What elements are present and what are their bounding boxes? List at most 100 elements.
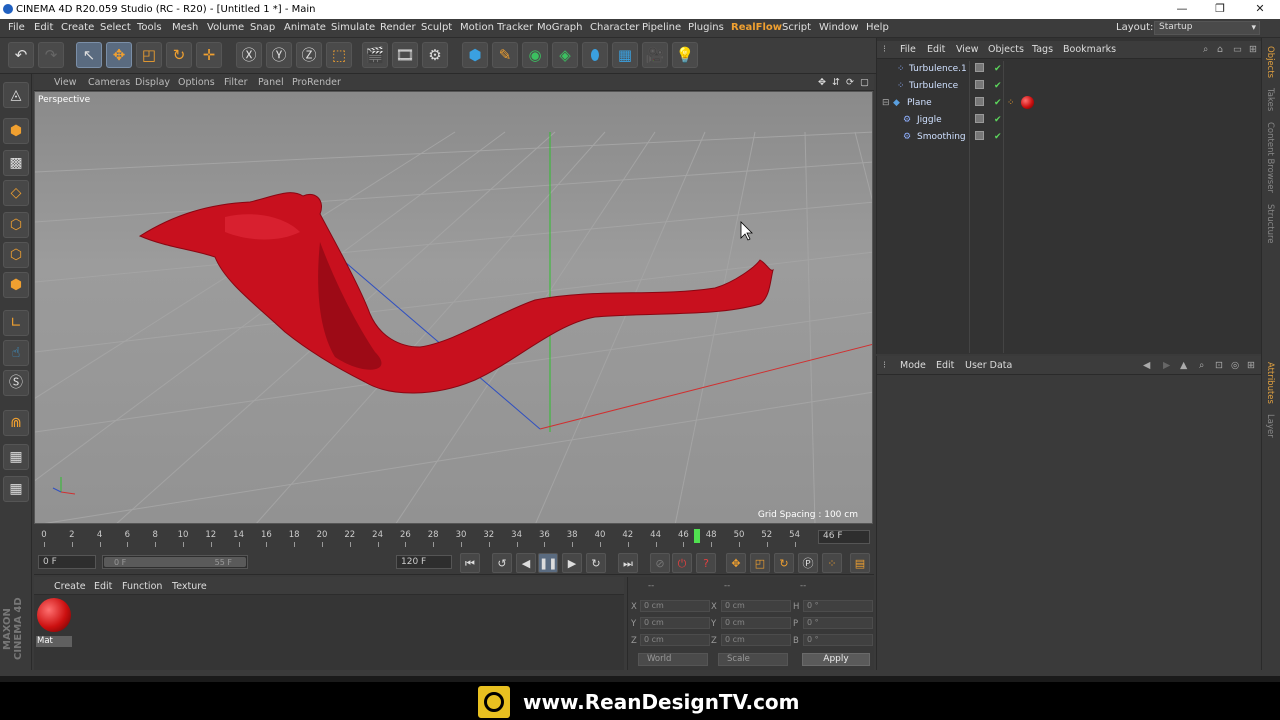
object-name[interactable]: Smoothing <box>917 132 966 142</box>
go-to-next-key-icon[interactable]: ↻ <box>586 553 606 573</box>
forward-arrow-icon[interactable]: ▶ <box>1163 360 1170 371</box>
enabled-check-icon[interactable]: ✔ <box>994 81 1002 91</box>
preview-range-slider[interactable]: 0 F 55 F <box>102 555 248 569</box>
mat-menu-edit[interactable]: Edit <box>94 581 112 592</box>
collapse-icon[interactable]: ⊟ <box>882 98 890 108</box>
camera-object-icon[interactable]: 🎥 <box>642 42 668 68</box>
viewport-rotate-icon[interactable]: ⟳ <box>846 77 854 88</box>
tag-icon[interactable]: ⁘ <box>1007 98 1015 108</box>
visibility-toggle[interactable] <box>975 80 984 89</box>
keyframe-selection-icon[interactable]: ? <box>696 553 716 573</box>
tab-layer[interactable]: Layer <box>1265 414 1275 438</box>
points-mode-icon[interactable]: ⬡ <box>3 212 29 238</box>
size-y-field[interactable]: 0 cm <box>721 617 791 629</box>
coordinate-space-select[interactable]: World <box>638 653 708 666</box>
menu-plugins[interactable]: Plugins <box>688 22 724 33</box>
up-arrow-icon[interactable]: ▲ <box>1180 360 1187 371</box>
magnet-icon[interactable]: ⋒ <box>3 410 29 436</box>
scale-tool-icon[interactable]: ◰ <box>136 42 162 68</box>
object-row-smoothing[interactable]: ⚙ Smoothing ✔ <box>879 130 1259 146</box>
menu-realflow[interactable]: RealFlow <box>731 22 782 33</box>
close-button[interactable]: ✕ <box>1240 2 1280 15</box>
rot-h-field[interactable]: 0 ° <box>803 600 873 612</box>
home-icon[interactable]: ⌂ <box>1217 44 1223 55</box>
material-preview-ball[interactable] <box>37 598 71 632</box>
obj-menu-objects[interactable]: Objects <box>988 44 1024 55</box>
object-name[interactable]: Plane <box>907 98 932 108</box>
enabled-check-icon[interactable]: ✔ <box>994 64 1002 74</box>
material-tag-icon[interactable] <box>1021 96 1034 109</box>
tab-attributes[interactable]: Attributes <box>1265 362 1275 404</box>
visibility-toggle[interactable] <box>975 114 984 123</box>
minimize-button[interactable]: — <box>1162 2 1202 15</box>
start-frame-field[interactable]: 0 F <box>38 555 96 569</box>
apply-button[interactable]: Apply <box>802 653 870 666</box>
menu-pipeline[interactable]: Pipeline <box>642 22 681 33</box>
menu-create[interactable]: Create <box>61 22 94 33</box>
key-parameter-icon[interactable]: Ⓟ <box>798 553 818 573</box>
vp-menu-options[interactable]: Options <box>178 77 215 88</box>
key-scale-icon[interactable]: ◰ <box>750 553 770 573</box>
settings-icon[interactable]: ◎ <box>1231 360 1239 371</box>
record-keys-icon[interactable]: ⊘ <box>650 553 670 573</box>
end-frame-field[interactable]: 120 F <box>396 555 452 569</box>
rot-b-field[interactable]: 0 ° <box>803 634 873 646</box>
menu-edit[interactable]: Edit <box>34 22 53 33</box>
back-arrow-icon[interactable]: ◀ <box>1143 360 1150 371</box>
restore-button[interactable]: ❐ <box>1200 2 1240 15</box>
key-rotation-icon[interactable]: ↻ <box>774 553 794 573</box>
key-point-level-icon[interactable]: ⁘ <box>822 553 842 573</box>
pos-z-field[interactable]: 0 cm <box>640 634 710 646</box>
next-frame-icon[interactable]: ▶ <box>562 553 582 573</box>
object-row-turbulence-1[interactable]: ⁘ Turbulence.1 ✔ <box>879 62 1259 78</box>
cloner-icon[interactable]: ◈ <box>552 42 578 68</box>
menu-tools[interactable]: Tools <box>137 22 162 33</box>
render-picture-viewer-icon[interactable]: 🎞 <box>392 42 418 68</box>
vp-menu-view[interactable]: View <box>54 77 77 88</box>
lock-workplane-icon[interactable]: ▦ <box>3 444 29 470</box>
edges-mode-icon[interactable]: ⬡ <box>3 242 29 268</box>
enabled-check-icon[interactable]: ✔ <box>994 132 1002 142</box>
attr-menu-user-data[interactable]: User Data <box>965 360 1012 371</box>
viewport-layout-icon[interactable]: ▢ <box>860 77 869 88</box>
size-x-field[interactable]: 0 cm <box>721 600 791 612</box>
vp-menu-filter[interactable]: Filter <box>224 77 248 88</box>
go-to-end-icon[interactable]: ⏭ <box>618 553 638 573</box>
mat-menu-texture[interactable]: Texture <box>172 581 207 592</box>
x-axis-lock-icon[interactable]: Ⓧ <box>236 42 262 68</box>
menu-file[interactable]: File <box>8 22 25 33</box>
menu-sculpt[interactable]: Sculpt <box>421 22 452 33</box>
pos-y-field[interactable]: 0 cm <box>640 617 710 629</box>
coordinate-system-icon[interactable]: ⬚ <box>326 42 352 68</box>
visibility-toggle[interactable] <box>975 97 984 106</box>
menu-motion-tracker[interactable]: Motion Tracker <box>460 22 533 33</box>
menu-simulate[interactable]: Simulate <box>331 22 375 33</box>
search-icon[interactable]: ⌕ <box>1203 44 1208 55</box>
vp-menu-display[interactable]: Display <box>135 77 170 88</box>
planar-workplane-icon[interactable]: ▦ <box>3 476 29 502</box>
axis-mode-icon[interactable]: ∟ <box>3 310 29 336</box>
timeline-playhead[interactable] <box>694 529 701 543</box>
menu-snap[interactable]: Snap <box>250 22 275 33</box>
polygons-mode-icon[interactable]: ⬢ <box>3 272 29 298</box>
obj-menu-edit[interactable]: Edit <box>927 44 945 55</box>
z-axis-lock-icon[interactable]: Ⓩ <box>296 42 322 68</box>
tab-content-browser[interactable]: Content Browser <box>1265 122 1275 193</box>
go-to-previous-key-icon[interactable]: ↺ <box>492 553 512 573</box>
obj-menu-tags[interactable]: Tags <box>1032 44 1053 55</box>
previous-frame-icon[interactable]: ◀ <box>516 553 536 573</box>
menu-help[interactable]: Help <box>866 22 889 33</box>
obj-menu-view[interactable]: View <box>956 44 979 55</box>
redo-icon[interactable]: ↷ <box>38 42 64 68</box>
make-editable-icon[interactable]: ◬ <box>3 82 29 108</box>
autokeying-icon[interactable]: ⏻ <box>672 553 692 573</box>
snap-icon[interactable]: Ⓢ <box>3 370 29 396</box>
timeline-ruler[interactable]: 0 2 4 6 8 10 12 14 16 18 20 22 24 26 28 30 32 34 36 38 40 42 4… <box>34 525 874 551</box>
obj-menu-bookmarks[interactable]: Bookmarks <box>1063 44 1116 55</box>
tab-objects[interactable]: Objects <box>1265 46 1275 78</box>
menu-animate[interactable]: Animate <box>284 22 326 33</box>
subdivision-surface-icon[interactable]: ◉ <box>522 42 548 68</box>
obj-menu-file[interactable]: File <box>900 44 916 55</box>
range-slider-handle[interactable]: 0 F 55 F <box>104 557 246 567</box>
vp-menu-prorender[interactable]: ProRender <box>292 77 341 88</box>
